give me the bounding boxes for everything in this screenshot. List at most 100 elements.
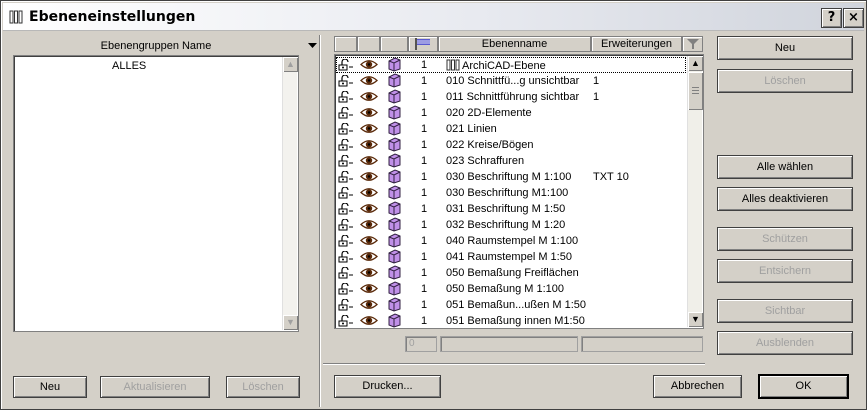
groups-list-item[interactable]: ALLES (112, 60, 146, 72)
layer-type-icon[interactable] (387, 137, 401, 152)
visible-eye-icon[interactable] (360, 218, 378, 231)
scroll-down-icon[interactable]: ▼ (688, 312, 703, 327)
col-name-header[interactable]: Ebenenname (438, 36, 591, 52)
name-edit-field[interactable] (440, 336, 578, 352)
layer-type-icon[interactable] (387, 185, 401, 200)
layer-row[interactable]: 1 011 Schnittführung sichtbar 1 (336, 89, 686, 105)
layer-row[interactable]: 1 051 Bemaßung innen M1:50 (336, 313, 686, 329)
filter-button[interactable] (682, 36, 703, 52)
visible-eye-icon[interactable] (360, 170, 378, 183)
visible-eye-icon[interactable] (360, 250, 378, 263)
protect-button[interactable]: Schützen (717, 227, 853, 251)
layer-type-icon[interactable] (387, 121, 401, 136)
visible-eye-icon[interactable] (360, 202, 378, 215)
layer-new-button[interactable]: Neu (717, 36, 853, 60)
unlocked-icon[interactable] (338, 203, 354, 215)
deselect-all-button[interactable]: Alles deaktivieren (717, 187, 853, 211)
layer-row[interactable]: 1 050 Bemaßung M 1:100 (336, 281, 686, 297)
unlocked-icon[interactable] (338, 299, 354, 311)
layer-row[interactable]: 1 050 Bemaßung Freiflächen (336, 265, 686, 281)
layer-row[interactable]: 1 051 Bemaßun...ußen M 1:50 (336, 297, 686, 313)
layer-row[interactable]: 1 ArchiCAD-Ebene (336, 57, 686, 73)
unlocked-icon[interactable] (338, 235, 354, 247)
pen-edit-field[interactable]: 0 (405, 336, 437, 352)
layer-type-icon[interactable] (387, 233, 401, 248)
ext-edit-field[interactable] (581, 336, 703, 352)
show-button[interactable]: Sichtbar (717, 299, 853, 323)
unlocked-icon[interactable] (338, 283, 354, 295)
layer-row[interactable]: 1 021 Linien (336, 121, 686, 137)
layer-type-icon[interactable] (387, 89, 401, 104)
layer-type-icon[interactable] (387, 249, 401, 264)
layer-row[interactable]: 1 020 2D-Elemente (336, 105, 686, 121)
cancel-button[interactable]: Abbrechen (653, 375, 742, 398)
visible-eye-icon[interactable] (360, 90, 378, 103)
layer-row[interactable]: 1 041 Raumstempel M 1:50 (336, 249, 686, 265)
visible-eye-icon[interactable] (360, 282, 378, 295)
visible-eye-icon[interactable] (360, 106, 378, 119)
layer-type-icon[interactable] (387, 297, 401, 312)
unlocked-icon[interactable] (338, 59, 354, 71)
unlocked-icon[interactable] (338, 251, 354, 263)
select-all-button[interactable]: Alle wählen (717, 155, 853, 179)
unlocked-icon[interactable] (338, 123, 354, 135)
unlocked-icon[interactable] (338, 219, 354, 231)
visible-eye-icon[interactable] (360, 314, 378, 327)
scroll-thumb[interactable] (688, 72, 703, 110)
layer-type-icon[interactable] (387, 313, 401, 328)
unlocked-icon[interactable] (338, 315, 354, 327)
unlocked-icon[interactable] (338, 155, 354, 167)
layer-row[interactable]: 1 040 Raumstempel M 1:100 (336, 233, 686, 249)
groups-list[interactable]: ALLES ▲ ▼ (13, 55, 299, 332)
scroll-up-icon[interactable]: ▲ (283, 57, 298, 72)
visible-eye-icon[interactable] (360, 74, 378, 87)
visible-eye-icon[interactable] (360, 58, 378, 71)
layer-type-icon[interactable] (387, 201, 401, 216)
help-button[interactable]: ? (821, 8, 842, 28)
layer-type-icon[interactable] (387, 265, 401, 280)
layer-type-icon[interactable] (387, 169, 401, 184)
unlocked-icon[interactable] (338, 171, 354, 183)
layer-type-icon[interactable] (387, 217, 401, 232)
visible-eye-icon[interactable] (360, 138, 378, 151)
layer-type-icon[interactable] (387, 153, 401, 168)
layer-type-icon[interactable] (387, 57, 401, 72)
visible-eye-icon[interactable] (360, 298, 378, 311)
unlocked-icon[interactable] (338, 75, 354, 87)
layer-type-icon[interactable] (387, 73, 401, 88)
visible-eye-icon[interactable] (360, 234, 378, 247)
scroll-up-icon[interactable]: ▲ (688, 56, 703, 71)
group-delete-button[interactable]: Löschen (226, 376, 300, 398)
print-button[interactable]: Drucken... (334, 375, 441, 398)
groups-scrollbar[interactable]: ▲ ▼ (282, 57, 298, 330)
unlocked-icon[interactable] (338, 91, 354, 103)
visible-eye-icon[interactable] (360, 186, 378, 199)
dropdown-arrow-icon[interactable] (308, 43, 317, 49)
layer-list-scrollbar[interactable]: ▲ ▼ (687, 56, 703, 327)
layer-type-icon[interactable] (387, 281, 401, 296)
layer-row[interactable]: 1 022 Kreise/Bögen (336, 137, 686, 153)
unlocked-icon[interactable] (338, 187, 354, 199)
ok-button[interactable]: OK (759, 375, 848, 398)
col-visibility-header[interactable] (357, 36, 380, 52)
unlocked-icon[interactable] (338, 107, 354, 119)
layer-row[interactable]: 1 010 Schnittfü...g unsichtbar 1 (336, 73, 686, 89)
unlocked-icon[interactable] (338, 267, 354, 279)
layer-row[interactable]: 1 023 Schraffuren (336, 153, 686, 169)
unlocked-icon[interactable] (338, 139, 354, 151)
group-update-button[interactable]: Aktualisieren (100, 376, 210, 398)
col-ext-header[interactable]: Erweiterungen (591, 36, 682, 52)
close-button[interactable]: × (843, 8, 864, 28)
layer-row[interactable]: 1 030 Beschriftung M 1:100 TXT 10 (336, 169, 686, 185)
col-lock-header[interactable] (334, 36, 357, 52)
visible-eye-icon[interactable] (360, 154, 378, 167)
hide-button[interactable]: Ausblenden (717, 331, 853, 355)
layer-row[interactable]: 1 032 Beschriftung M 1:20 (336, 217, 686, 233)
group-new-button[interactable]: Neu (13, 376, 87, 398)
col-type-header[interactable] (380, 36, 408, 52)
layer-type-icon[interactable] (387, 105, 401, 120)
unprotect-button[interactable]: Entsichern (717, 259, 853, 283)
visible-eye-icon[interactable] (360, 122, 378, 135)
layer-delete-button[interactable]: Löschen (717, 69, 853, 93)
scroll-down-icon[interactable]: ▼ (283, 315, 298, 330)
